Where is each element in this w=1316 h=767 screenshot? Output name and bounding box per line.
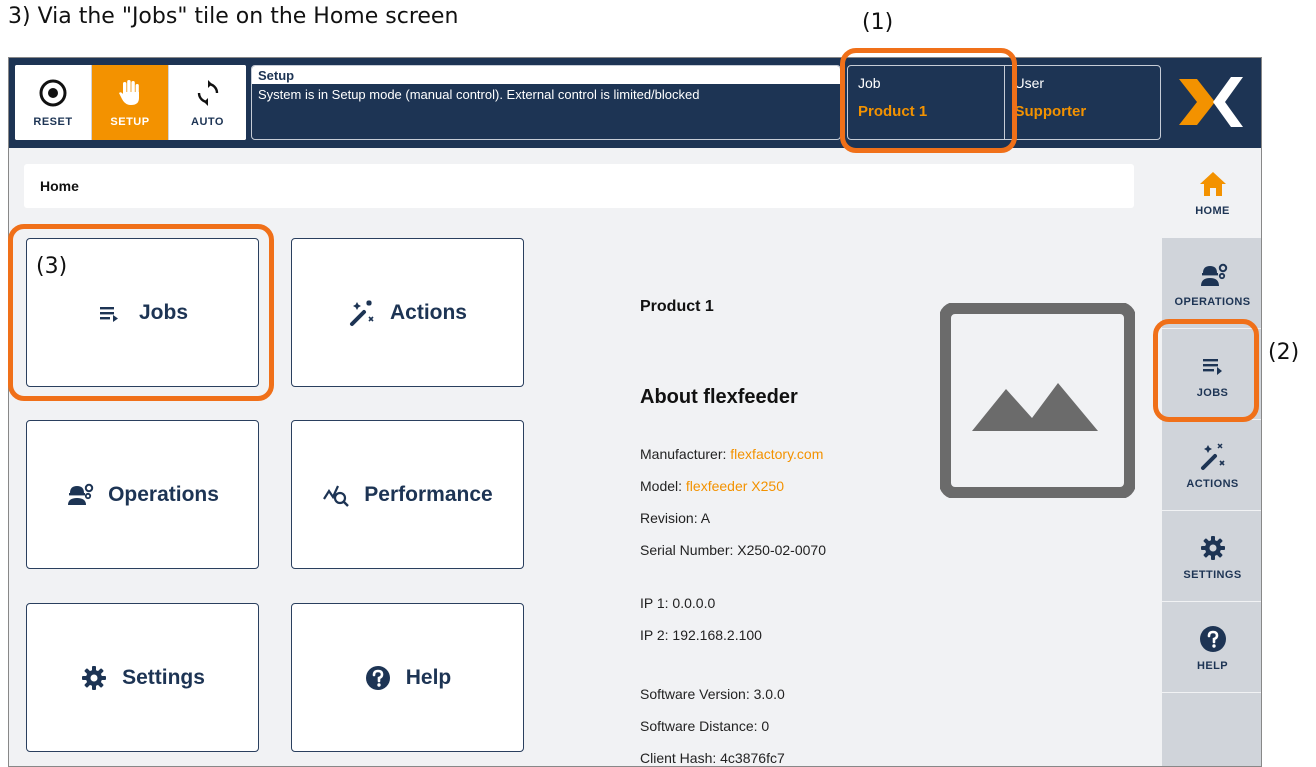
operator-gear-icon — [1200, 263, 1227, 286]
caption: 3) Via the "Jobs" tile on the Home scree… — [8, 4, 459, 29]
question-icon — [1199, 625, 1226, 652]
settings-tile-label: Settings — [122, 665, 205, 689]
sync-icon — [197, 79, 218, 106]
breadcrumb: Home — [24, 164, 1134, 208]
manufacturer-line: Manufacturer: flexfactory.com — [640, 446, 823, 462]
serial-line: Serial Number: X250-02-0070 — [640, 542, 826, 558]
hand-icon — [119, 79, 139, 105]
help-tile-label: Help — [405, 665, 452, 689]
image-placeholder-icon — [940, 303, 1135, 498]
about-panel: Product 1 About flexfeeder Manufacturer:… — [640, 298, 960, 766]
help-tile[interactable]: Help — [291, 603, 524, 752]
manufacturer-link[interactable]: flexfactory.com — [730, 446, 823, 462]
performance-tile[interactable]: Performance — [291, 420, 524, 569]
sidebar-item-home[interactable]: HOME — [1162, 148, 1261, 238]
user-value: Supporter — [1014, 103, 1087, 120]
list-play-icon — [99, 306, 118, 322]
reset-label: RESET — [33, 115, 73, 128]
model-link[interactable]: flexfeeder X250 — [686, 478, 784, 494]
operator-gear-icon — [68, 483, 94, 505]
sidebar-item-help[interactable]: HELP — [1162, 603, 1261, 693]
question-icon — [365, 665, 390, 690]
ip1-line: IP 1: 0.0.0.0 — [640, 595, 716, 611]
model-line: Model: flexfeeder X250 — [640, 478, 784, 494]
sidebar-jobs-label: JOBS — [1196, 386, 1229, 399]
about-heading: About flexfeeder — [640, 386, 798, 408]
mode-selector: RESET SETUP AUTO — [15, 65, 246, 140]
list-play-icon — [1202, 358, 1222, 375]
setup-button[interactable]: SETUP — [92, 65, 169, 140]
job-value: Product 1 — [858, 103, 928, 120]
software-distance-line: Software Distance: 0 — [640, 718, 770, 734]
sidebar: HOME OPERATIONS JOBS ACTIONS SETTINGS HE… — [1162, 148, 1261, 766]
client-hash-line: Client Hash: 4c3876fc7 — [640, 750, 785, 766]
sidebar-help-label: HELP — [1197, 659, 1228, 672]
sidebar-actions-label: ACTIONS — [1186, 477, 1239, 490]
callout-2: (2) — [1268, 340, 1300, 365]
job-user-panel: Job Product 1 User Supporter — [847, 65, 1161, 140]
auto-label: AUTO — [191, 115, 224, 128]
jobs-tile-label: Jobs — [138, 300, 188, 324]
top-bar: RESET SETUP AUTO Setup System is in Setu… — [9, 58, 1261, 148]
sidebar-item-jobs[interactable]: JOBS — [1162, 330, 1261, 420]
model-label: Model: — [640, 478, 686, 494]
chart-search-icon — [323, 485, 350, 507]
main-content: Home Jobs Actions Operations Performance… — [9, 148, 1162, 766]
active-job-name: Product 1 — [640, 298, 714, 315]
flexfactory-logo — [1179, 77, 1243, 127]
actions-tile-label: Actions — [389, 300, 467, 324]
actions-tile[interactable]: Actions — [291, 238, 524, 387]
status-message: System is in Setup mode (manual control)… — [258, 87, 700, 102]
settings-tile[interactable]: Settings — [26, 603, 259, 752]
sidebar-item-actions[interactable]: ACTIONS — [1162, 421, 1261, 511]
performance-tile-label: Performance — [364, 482, 493, 506]
app-window: RESET SETUP AUTO Setup System is in Setu… — [8, 57, 1262, 767]
setup-label: SETUP — [110, 115, 150, 128]
sidebar-home-label: HOME — [1195, 204, 1230, 217]
sidebar-operations-label: OPERATIONS — [1174, 295, 1251, 308]
sidebar-item-operations[interactable]: OPERATIONS — [1162, 239, 1261, 329]
operations-tile-label: Operations — [108, 482, 219, 506]
user-label: User — [1014, 75, 1045, 91]
user-info[interactable]: User Supporter — [1005, 66, 1161, 139]
callout-3: (3) — [36, 254, 68, 279]
status-title: Setup — [252, 66, 840, 84]
home-icon — [1199, 171, 1226, 196]
manufacturer-label: Manufacturer: — [640, 446, 731, 462]
status-panel: Setup System is in Setup mode (manual co… — [251, 65, 841, 140]
callout-1: (1) — [862, 10, 894, 35]
magic-wand-icon — [349, 299, 374, 326]
job-info[interactable]: Job Product 1 — [848, 66, 1005, 139]
gear-icon — [82, 665, 107, 690]
software-version-line: Software Version: 3.0.0 — [640, 686, 785, 702]
operations-tile[interactable]: Operations — [26, 420, 259, 569]
sidebar-settings-label: SETTINGS — [1183, 568, 1242, 581]
target-icon — [39, 79, 67, 106]
auto-button[interactable]: AUTO — [169, 65, 246, 140]
magic-wand-icon — [1200, 442, 1225, 470]
ip2-line: IP 2: 192.168.2.100 — [640, 627, 762, 643]
job-label: Job — [858, 75, 881, 91]
gear-icon — [1200, 535, 1225, 560]
sidebar-item-settings[interactable]: SETTINGS — [1162, 512, 1261, 602]
revision-line: Revision: A — [640, 510, 711, 526]
reset-button[interactable]: RESET — [15, 65, 92, 140]
